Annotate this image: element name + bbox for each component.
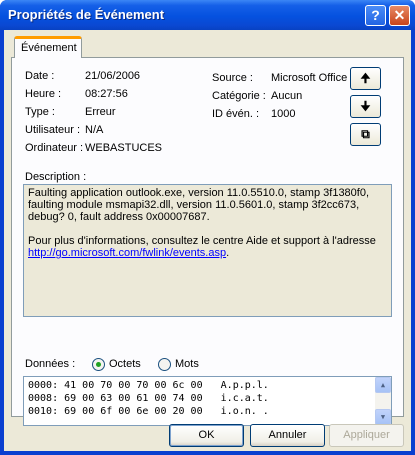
data-label: Données :	[25, 358, 76, 370]
bytes-radio-label[interactable]: Octets	[109, 358, 141, 370]
next-event-button[interactable]: 🠋	[350, 95, 381, 118]
description-help-text: Pour plus d'informations, consultez le c…	[28, 235, 376, 247]
time-label: Heure :	[25, 88, 62, 100]
scroll-down-icon[interactable]: ▼	[375, 409, 391, 425]
data-scrollbar[interactable]: ▲ ▼	[375, 377, 391, 425]
tab-panel: Date : 21/06/2006 Heure : 08:27:56 Type …	[11, 57, 404, 426]
arrow-down-icon: 🠋	[360, 99, 371, 113]
computer-label: Ordinateur :	[25, 142, 84, 154]
time-value: 08:27:56	[85, 88, 128, 100]
description-textbox[interactable]: Faulting application outlook.exe, versio…	[23, 184, 392, 317]
description-label: Description :	[25, 171, 87, 183]
copy-icon: ⧉	[361, 127, 370, 141]
close-button[interactable]: ✕	[389, 5, 410, 26]
cancel-button[interactable]: Annuler	[250, 424, 325, 447]
data-row: 0010: 69 00 6f 00 6e 00 20 00 i.o.n. .	[28, 406, 269, 417]
scroll-up-icon[interactable]: ▲	[375, 377, 391, 393]
event-id-value: 1000	[271, 108, 296, 120]
apply-button[interactable]: Appliquer	[329, 424, 404, 447]
event-properties-window: Propriétés de Événement ? ✕ Événement Da…	[0, 0, 415, 455]
date-label: Date :	[25, 70, 55, 82]
source-label: Source :	[212, 72, 253, 84]
user-value: N/A	[85, 124, 104, 136]
link-suffix: .	[226, 247, 230, 259]
words-radio[interactable]	[158, 358, 171, 371]
data-textbox[interactable]: 0000: 41 00 70 00 70 00 6c 00 A.p.p.l. 0…	[23, 376, 392, 426]
radio-selected-dot	[96, 362, 101, 367]
event-id-label: ID évén. :	[212, 108, 260, 120]
tab-evenement[interactable]: Événement	[14, 36, 82, 58]
data-row: 0008: 69 00 63 00 61 00 74 00 i.c.a.t.	[28, 393, 269, 404]
ok-button[interactable]: OK	[169, 424, 244, 447]
copy-button[interactable]: ⧉	[350, 123, 381, 146]
help-link[interactable]: http://go.microsoft.com/fwlink/events.as…	[28, 247, 226, 259]
previous-event-button[interactable]: 🠉	[350, 67, 381, 90]
category-label: Catégorie :	[212, 90, 266, 102]
date-value: 21/06/2006	[85, 70, 141, 82]
help-button[interactable]: ?	[365, 5, 386, 26]
category-value: Aucun	[271, 90, 303, 102]
type-label: Type :	[25, 106, 55, 118]
source-value: Microsoft Office	[271, 72, 348, 84]
bytes-radio[interactable]	[92, 358, 105, 371]
window-title: Propriétés de Événement	[8, 7, 165, 22]
user-label: Utilisateur :	[25, 124, 81, 136]
title-bar[interactable]: Propriétés de Événement ? ✕	[0, 0, 415, 30]
words-radio-label[interactable]: Mots	[175, 358, 199, 370]
data-row: 0000: 41 00 70 00 70 00 6c 00 A.p.p.l.	[28, 380, 269, 391]
dialog-client-area: Événement Date : 21/06/2006 Heure : 08:2…	[4, 30, 411, 451]
type-value: Erreur	[85, 106, 116, 118]
description-text: Faulting application outlook.exe, versio…	[28, 187, 370, 223]
computer-value: WEBASTUCES	[85, 142, 163, 154]
arrow-up-icon: 🠉	[360, 71, 371, 85]
